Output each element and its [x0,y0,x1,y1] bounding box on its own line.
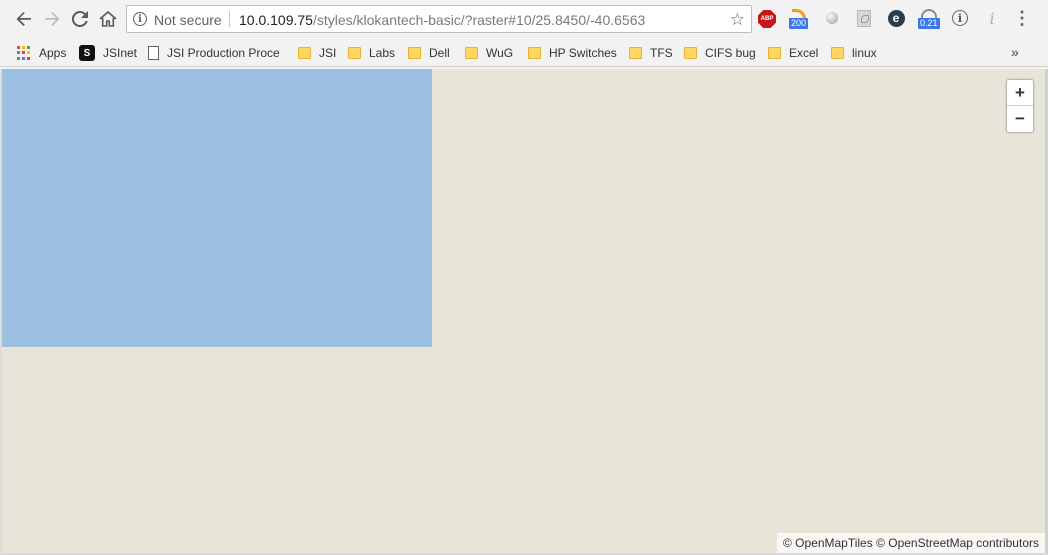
bookmark-label: Labs [369,46,396,60]
bookmark-tfs[interactable]: TFS [629,44,673,62]
bookmark-jsi-production[interactable]: JSI Production Proce [148,44,280,62]
map-attribution: © OpenMapTiles © OpenStreetMap contribut… [776,533,1045,553]
browser-window: i Not secure 10.0.109.75/styles/klokante… [0,0,1048,555]
page-icon [148,46,159,60]
folder-icon [831,47,844,59]
record-dot [826,12,838,24]
bookmark-labs[interactable]: Labs [348,44,395,62]
address-bar[interactable]: i Not secure 10.0.109.75/styles/klokante… [126,5,752,33]
bookmark-jsi[interactable]: JSI [298,44,336,62]
home-icon [99,11,117,27]
reload-button[interactable] [68,7,92,31]
info-extension-icon[interactable]: i [950,8,970,28]
bookmark-label: Excel [789,46,819,60]
site-info-icon[interactable]: i [133,12,147,26]
folder-icon [768,47,781,59]
italic-i-extension-icon[interactable]: i [982,8,1002,28]
folder-icon [408,47,421,59]
folder-icon [684,47,697,59]
folder-icon [348,47,361,59]
bookmark-label: Apps [39,46,67,60]
zoom-control: + − [1006,79,1034,133]
record-extension-icon[interactable] [822,8,842,28]
bookmark-label: JSInet [103,46,138,60]
bookmark-label: CIFS bug [705,46,756,60]
speedometer-extension-icon[interactable]: 0.21 [918,8,940,29]
rss-count-badge: 200 [789,18,809,29]
home-button[interactable] [96,7,120,31]
url-host: 10.0.109.75 [239,12,313,28]
zoom-in-button[interactable]: + [1007,80,1033,106]
security-status: Not secure [154,12,222,28]
speed-badge: 0.21 [918,18,940,29]
reload-icon [71,10,88,27]
bookmark-label: JSI [319,46,337,60]
folder-icon [528,47,541,59]
bookmark-hp-switches[interactable]: HP Switches [528,44,617,62]
bookmark-label: linux [852,46,877,60]
bookmark-excel[interactable]: Excel [768,44,818,62]
back-button[interactable] [12,7,36,31]
pdf-extension-icon[interactable] [854,8,874,28]
back-arrow-icon [16,12,31,26]
bookmark-star-icon[interactable]: ☆ [730,10,745,30]
forward-arrow-icon [45,12,60,26]
italic-extension-label: i [989,8,995,28]
map-canvas[interactable]: + − © OpenMapTiles © OpenStreetMap contr… [2,69,1045,553]
e-extension-icon[interactable]: e [886,8,906,28]
bookmark-apps[interactable]: Apps [17,44,66,62]
pdf-page [857,9,871,27]
bookmark-label: Dell [429,46,450,60]
bookmark-jsinet[interactable]: S JSInet [79,44,137,62]
e-extension-label: e [887,9,905,27]
bookmark-cifs-bug[interactable]: CIFS bug [684,44,756,62]
gauge-arc [921,9,937,18]
bookmark-dell[interactable]: Dell [408,44,450,62]
info-extension-label: i [952,10,968,26]
address-divider [229,11,230,27]
rss-feed-icon[interactable]: 200 [789,8,810,29]
zoom-out-button[interactable]: − [1007,106,1033,132]
url-text[interactable]: 10.0.109.75/styles/klokantech-basic/?ras… [239,12,645,28]
folder-icon [298,47,311,59]
browser-menu-icon[interactable]: ⋮ [1012,8,1032,28]
bookmark-label: JSI Production Proce [167,46,280,60]
bookmark-linux[interactable]: linux [831,44,877,62]
water-area [2,69,432,347]
adblock-label: ABP [760,16,774,22]
bookmark-label: HP Switches [549,46,617,60]
folder-icon [629,47,642,59]
bookmarks-bar: Apps S JSInet JSI Production Proce JSI L… [0,38,1048,67]
adblock-plus-icon[interactable]: ABP [758,10,776,28]
apps-grid-icon [17,46,31,60]
bookmark-label: WuG [486,46,514,60]
url-path: /styles/klokantech-basic/?raster#10/25.8… [312,12,646,28]
forward-button[interactable] [40,7,64,31]
jsinet-icon: S [79,45,95,61]
folder-icon [465,47,478,59]
bookmark-label: TFS [650,46,673,60]
browser-toolbar: i Not secure 10.0.109.75/styles/klokante… [0,0,1048,38]
bookmarks-overflow-icon[interactable]: » [1011,44,1019,60]
bookmark-wug[interactable]: WuG [465,44,513,62]
